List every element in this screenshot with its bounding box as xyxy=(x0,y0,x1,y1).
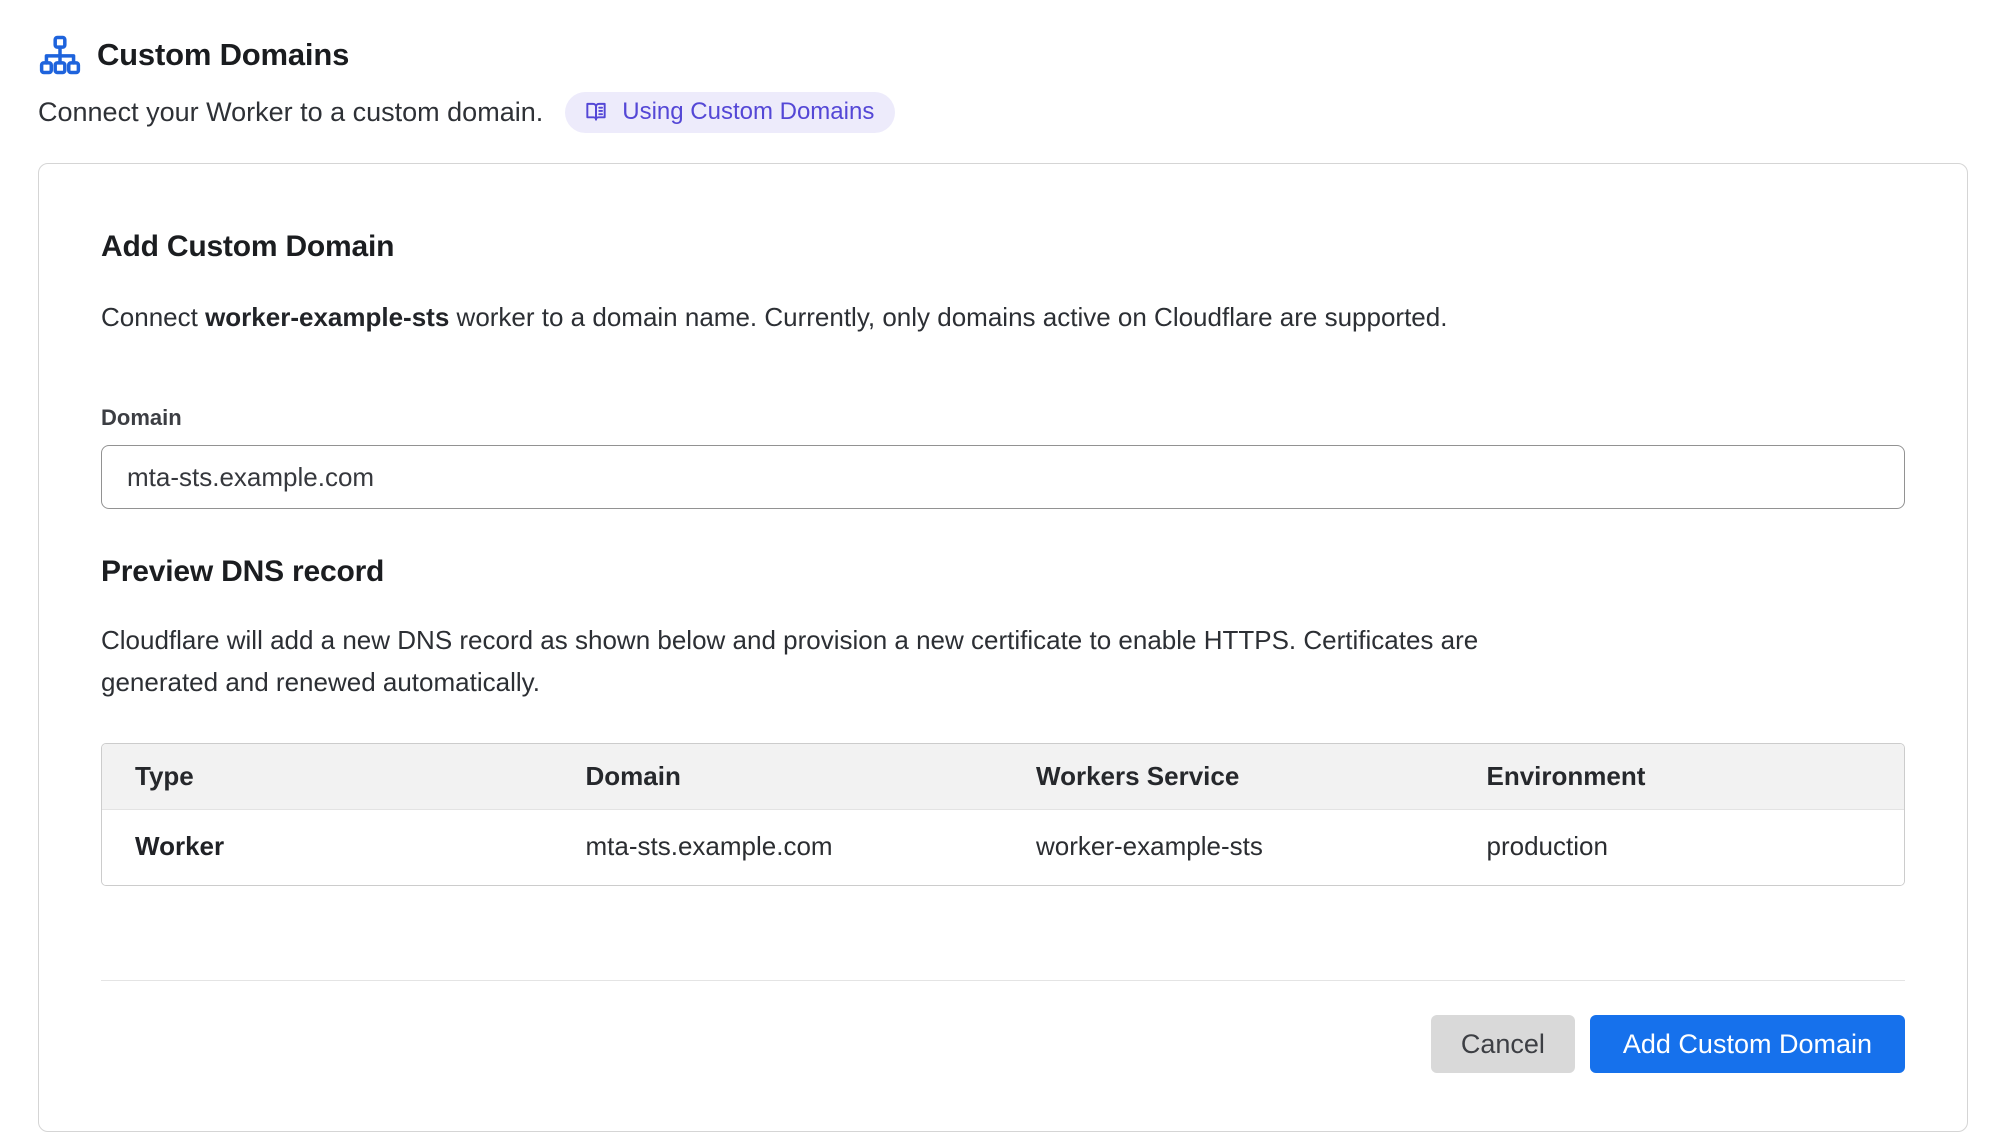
using-custom-domains-link[interactable]: Using Custom Domains xyxy=(565,92,895,133)
cancel-button[interactable]: Cancel xyxy=(1431,1015,1575,1073)
table-header-type: Type xyxy=(102,744,553,810)
domain-field-label: Domain xyxy=(101,404,1905,432)
add-custom-domain-card: Add Custom Domain Connect worker-example… xyxy=(38,163,1968,1132)
table-header-row: Type Domain Workers Service Environment xyxy=(102,744,1904,810)
cell-domain: mta-sts.example.com xyxy=(553,810,1004,885)
preview-dns-description: Cloudflare will add a new DNS record as … xyxy=(101,619,1586,703)
add-custom-domain-button[interactable]: Add Custom Domain xyxy=(1590,1015,1905,1073)
card-heading: Add Custom Domain xyxy=(101,228,1905,266)
cell-workers-service: worker-example-sts xyxy=(1003,810,1454,885)
domain-input[interactable] xyxy=(101,445,1905,509)
card-intro: Connect worker-example-sts worker to a d… xyxy=(101,296,1905,338)
open-book-icon xyxy=(583,99,609,125)
page-subtitle-row: Connect your Worker to a custom domain. … xyxy=(38,92,1968,133)
sitemap-icon xyxy=(38,34,82,76)
dns-preview-table: Type Domain Workers Service Environment … xyxy=(101,743,1905,886)
footer-divider xyxy=(101,980,1905,981)
table-header-domain: Domain xyxy=(553,744,1004,810)
worker-name: worker-example-sts xyxy=(205,302,449,332)
page-subtitle: Connect your Worker to a custom domain. xyxy=(38,97,543,128)
table-header-environment: Environment xyxy=(1454,744,1905,810)
preview-dns-heading: Preview DNS record xyxy=(101,553,1905,591)
table-row: Worker mta-sts.example.com worker-exampl… xyxy=(102,810,1904,885)
page-title: Custom Domains xyxy=(97,37,349,73)
table-header-workers-service: Workers Service xyxy=(1003,744,1454,810)
custom-domains-page: Custom Domains Connect your Worker to a … xyxy=(0,0,1999,1132)
cell-environment: production xyxy=(1454,810,1905,885)
badge-label: Using Custom Domains xyxy=(622,99,874,125)
intro-prefix: Connect xyxy=(101,302,205,332)
page-header: Custom Domains xyxy=(38,34,1968,76)
intro-suffix: worker to a domain name. Currently, only… xyxy=(449,302,1447,332)
cell-type: Worker xyxy=(102,810,553,885)
footer-actions: Cancel Add Custom Domain xyxy=(101,1015,1905,1073)
